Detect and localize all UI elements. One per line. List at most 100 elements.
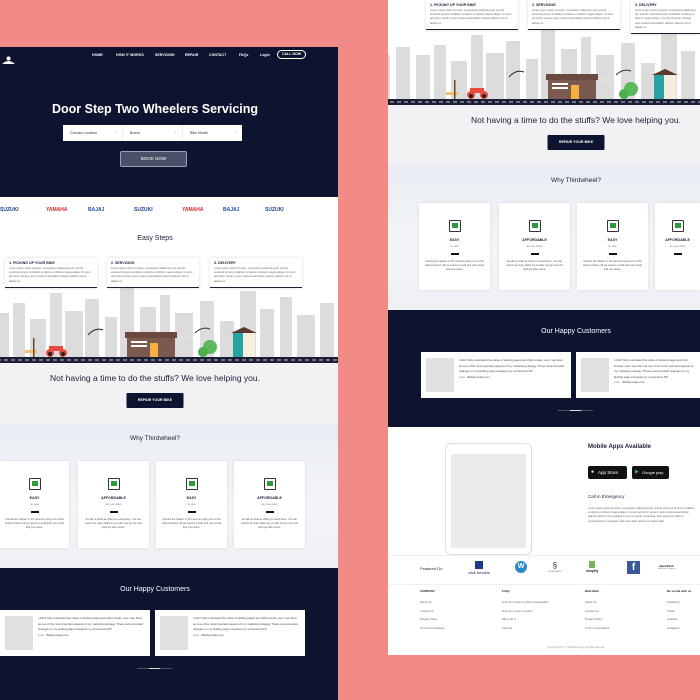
why-card-subtitle: as you want [669,244,686,248]
google-play-button[interactable]: ▶ Google play [632,466,669,479]
step-card: 3. DELIVERY Lorem ipsum dolor sit amet, c… [210,258,302,288]
why-card-title: EASY [186,496,197,500]
logo-icon[interactable] [2,51,15,64]
why-heading: Why Thirdwheel? [129,435,181,442]
footer-link[interactable]: Contact Us [420,609,490,613]
nav-item-faqs[interactable]: FAQs [239,53,248,57]
divider [30,511,39,513]
nav-item-repair[interactable]: REPAIR [185,53,198,57]
footer-link[interactable]: How do i repair my bike? [502,609,577,613]
repair-your-bike-button[interactable]: REPAIR YOUR BIKE [126,393,184,408]
nav-item-how-it-works[interactable]: HOW IT WORKS [116,53,144,57]
testimonial-body: I didn't fully understand the value of l… [193,616,300,650]
divider [450,253,459,255]
easy-steps-heading: Easy Steps [137,235,173,242]
carousel-dots[interactable] [137,668,172,669]
why-card-title: EASY [449,238,460,242]
location-select[interactable]: Choose Location ⌄ [63,125,123,141]
footer-column: COMPANY About Us Contact Us Privacy Policy T… [420,589,490,634]
footer-link[interactable]: Twitter [667,609,699,613]
footer-link[interactable]: About Us [420,600,490,604]
desktop-mockup-top: HOME HOW IT WORKS SERVICING REPAIR CONTACT FA… [0,47,355,700]
testimonial-quote: I didn't fully understand the value of l… [614,358,694,379]
edit-document-icon [28,478,41,490]
footer-link[interactable]: When do i? [502,617,577,621]
carousel-dots[interactable] [558,410,593,411]
nav-item-servicing[interactable]: SERVICING [155,53,175,57]
footer-link[interactable]: About Us [585,600,655,604]
service-center-sign: SERVICE CENTER [179,337,200,340]
step-title: 1. PICKING UP YOUR BIKE [430,3,476,7]
divider [530,253,539,255]
why-card: EASY to use Choose the Starter or Pro acco… [577,203,648,290]
brand-select-label: Brand [130,131,140,135]
avatar-placeholder [581,358,609,392]
why-card-text: Choose the Starter or Pro account using … [425,259,484,271]
testimonial-quote: I didn't fully understand the value of l… [459,358,564,373]
squarespace-logo: § squarespace [548,561,562,573]
footer-column: Blah Blah About Us Contact Us Privacy Polic… [585,589,655,634]
brand-logo-bajaj: BAJAJ [88,207,105,213]
cta-title: Not having a time to do the stuffs? We l… [50,373,260,383]
bike-model-select[interactable]: Bike Model ⌄ [183,125,242,141]
footer-column: Be social with us Facebook Twitter LinkedIn… [667,589,699,634]
divider [673,253,682,255]
footer-link[interactable]: How do i repair my bike occasionally? [502,600,577,604]
divider [608,253,617,255]
footer-link[interactable]: Facebook [667,600,699,604]
app-store-button[interactable]: ● App Store [588,466,627,479]
testimonial-source: - Buildyourday.com [620,380,645,384]
footer-heading: Be social with us [667,589,692,593]
why-card-text: Choose the Starter or Pro account using … [583,259,642,271]
testimonial-quote: I didn't fully understand the value of l… [38,616,143,631]
backpack-logo: BackPack Affiliates Program [658,564,676,570]
cta-section [388,105,700,165]
footer-link[interactable]: LinkedIn [667,617,699,621]
footer-heading: Blah Blah [585,589,599,593]
call-now-button[interactable]: CALL NOW [277,50,306,59]
why-card-subtitle: to use [608,244,617,248]
brand-logo-suzuki: SUZUKI [265,207,284,213]
book-now-button[interactable]: BOOK NOW [120,151,187,167]
testimonial-quote: I didn't fully understand the value of l… [193,616,298,631]
testimonial-source: - Buildyourday.com [44,632,69,637]
divider [265,511,274,513]
why-card-title: EASY [29,496,40,500]
emergency-text: Lorem ipsum dolor sit amet, consectetur … [588,507,695,523]
footer-link[interactable]: Terms & Conditions [420,626,490,630]
testimonial-body: I didn't fully understand the value of l… [459,358,566,392]
why-card-title: AFFORDABLE [257,496,282,500]
chevron-down-icon: ⌄ [173,129,177,134]
nav-item-home[interactable]: HOME [92,53,103,57]
footer-column: FAQs How do i repair my bike occasionally… [502,589,577,634]
brand-select[interactable]: Brand ⌄ [123,125,183,141]
facebook-logo: f [627,561,640,574]
nav-item-contact[interactable]: CONTACT [209,53,226,57]
step-title: 3. DELIVERY [635,3,657,7]
footer-link[interactable]: Instagram [667,626,699,630]
repair-your-bike-button[interactable]: REPAIR YOUR BIKE [547,135,605,150]
testimonial-body: I didn't fully understand the value of l… [614,358,695,392]
footer-link[interactable]: Contact Us [585,609,655,613]
testimonial-card: I didn't fully understand the value of l… [155,610,305,656]
why-card-text: Choose the Starter or Pro account using … [5,517,64,529]
divider [187,511,196,513]
copyright: Copyright 2017 © ThirdWheels.org. All ri… [547,646,605,649]
footer-link[interactable]: Terms & Conditions [585,626,655,630]
why-card-subtitle: to use [30,502,39,506]
search-bar: Choose Location ⌄ Brand ⌄ Bike Model ⌄ [63,125,242,141]
step-card: 2. SERVICING Lorem ipsum dolor sit amet, … [107,258,199,288]
service-center-sign: SERVICE CENTER [600,79,621,82]
footer-link[interactable]: Privacy Policy [420,617,490,621]
testimonial-attribution: Luke - Buildyourday.com [614,380,695,386]
app-store-label: App Store [598,470,619,475]
footer-link[interactable]: Privacy Policy [585,617,655,621]
step-text: Lorem ipsum dolor sit amet, consectetur … [214,267,296,283]
edit-document-icon [185,478,198,490]
emergency-title: Call in Emergency [588,494,625,499]
step-text: Lorem ipsum dolor sit amet, consectetur … [9,267,91,283]
nav-item-login[interactable]: Login [260,53,270,57]
why-card: EASY to use Choose the Starter or Pro acco… [419,203,490,290]
footer-link[interactable]: View All [502,626,577,630]
step-text: Lorem ipsum dolor sit amet, consectetur … [430,9,512,25]
